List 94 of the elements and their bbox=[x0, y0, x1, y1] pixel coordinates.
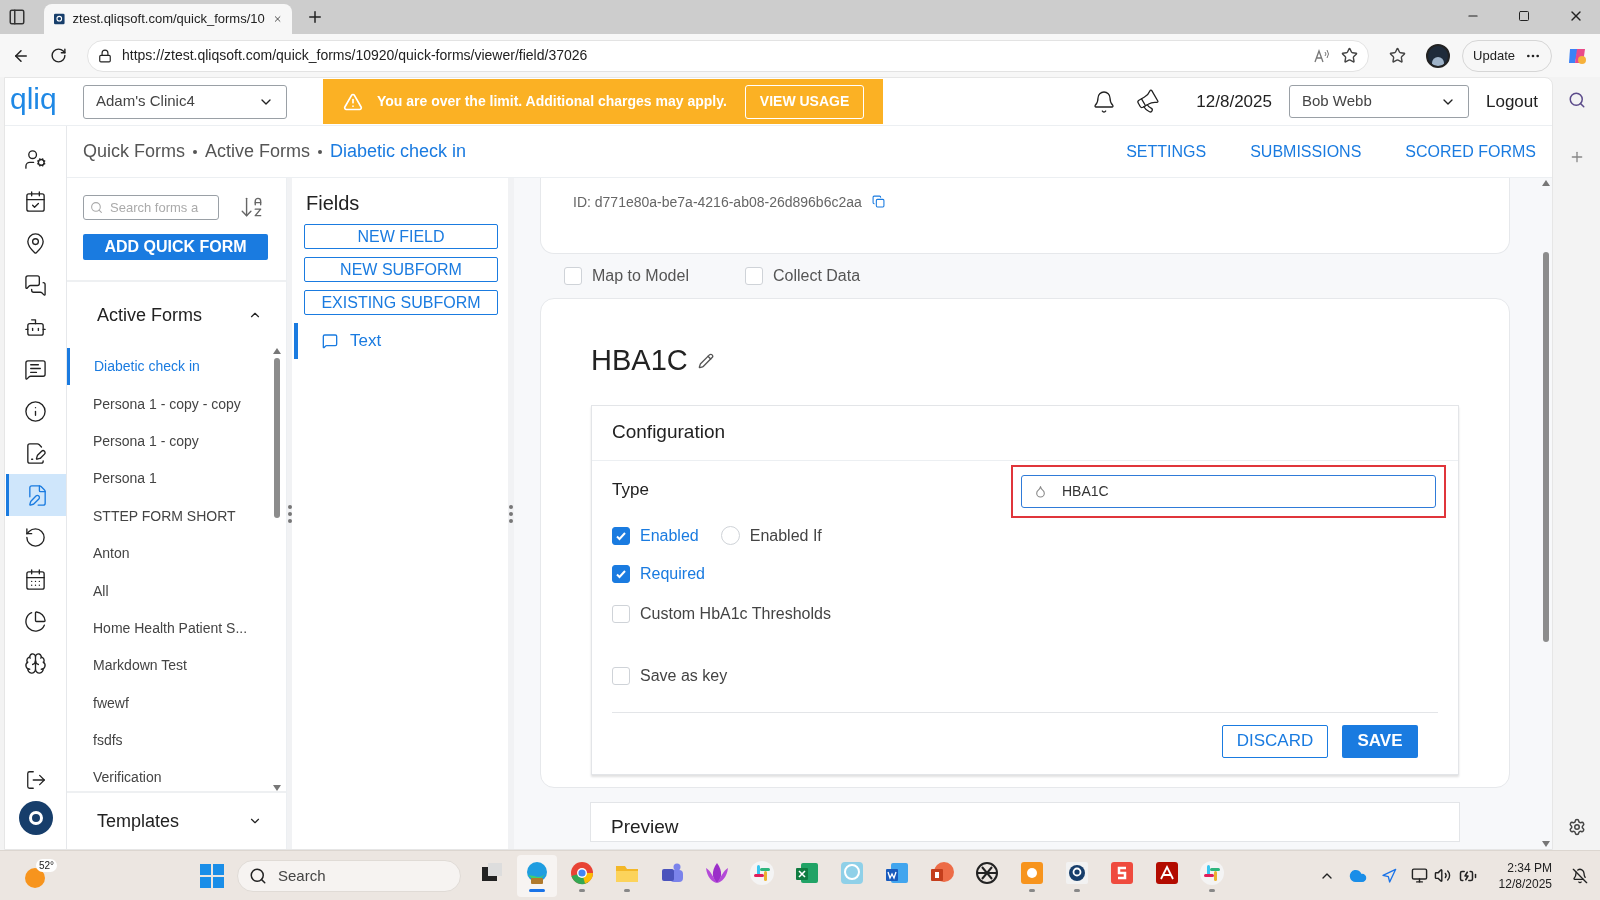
form-list-item[interactable]: Verification bbox=[67, 759, 272, 791]
header-date: 12/8/2025 bbox=[1196, 90, 1272, 113]
option-label: Enabled If bbox=[749, 525, 822, 546]
scroll-down-icon[interactable] bbox=[1542, 841, 1550, 847]
windows-start-icon[interactable] bbox=[200, 863, 224, 888]
form-list-item[interactable]: Markdown Test bbox=[67, 647, 272, 685]
profile-avatar[interactable] bbox=[1426, 43, 1451, 68]
resize-handle[interactable] bbox=[287, 504, 292, 523]
text-field-icon bbox=[322, 333, 338, 349]
section-title: Active Forms bbox=[97, 303, 202, 327]
browser-icon[interactable] bbox=[516, 854, 557, 897]
discard-button[interactable]: DISCARD bbox=[1222, 724, 1328, 758]
form-list-item[interactable]: fwewf bbox=[67, 684, 272, 722]
tab-title: ztest.qliqsoft.com/quick_forms/10 bbox=[72, 10, 265, 29]
option-label: Save as key bbox=[640, 665, 728, 686]
scroll-up-icon[interactable] bbox=[1542, 180, 1550, 186]
search-field[interactable]: Search forms a bbox=[83, 194, 219, 220]
form-list-item[interactable]: Persona 1 bbox=[67, 460, 272, 498]
temperature-text[interactable]: 52° bbox=[36, 858, 58, 872]
checkbox[interactable] bbox=[612, 564, 630, 583]
favorites-icon[interactable] bbox=[1389, 47, 1407, 64]
resize-handle[interactable] bbox=[509, 504, 513, 523]
search-icon[interactable] bbox=[1567, 91, 1586, 109]
droplet-icon bbox=[1034, 484, 1047, 498]
taskbar-search-field[interactable]: Search bbox=[237, 859, 461, 892]
checkbox[interactable] bbox=[612, 526, 630, 545]
form-edit-icon[interactable] bbox=[5, 474, 66, 516]
settings-icon[interactable] bbox=[1567, 818, 1586, 836]
scrollbar[interactable] bbox=[1540, 178, 1552, 849]
search-icon bbox=[90, 200, 103, 214]
user-dropdown[interactable]: Bob Webb bbox=[1289, 85, 1469, 118]
outline-button[interactable]: NEW FIELD bbox=[304, 224, 498, 249]
nav-link[interactable]: SETTINGS bbox=[1126, 139, 1207, 164]
checkbox-label: Collect Data bbox=[772, 266, 861, 286]
form-list-item[interactable]: All bbox=[67, 572, 272, 610]
location-icon[interactable] bbox=[1380, 867, 1397, 884]
save-button[interactable]: SAVE bbox=[1342, 724, 1418, 758]
network-icon[interactable] bbox=[1410, 867, 1428, 884]
lock-icon bbox=[98, 48, 112, 63]
add-quick-form-button[interactable]: ADD QUICK FORM bbox=[83, 234, 268, 260]
panel-title: Preview bbox=[611, 816, 679, 837]
qliq-logo[interactable]: qliq bbox=[5, 83, 71, 114]
volume-icon[interactable] bbox=[1433, 867, 1451, 884]
form-list-item[interactable]: fsdfs bbox=[67, 721, 272, 760]
logout-icon[interactable] bbox=[24, 769, 47, 791]
app-logo-avatar[interactable] bbox=[18, 801, 53, 835]
notifications-icon[interactable] bbox=[1572, 867, 1588, 884]
type-label: Type bbox=[612, 478, 649, 501]
scroll-up-icon[interactable] bbox=[273, 348, 281, 354]
form-list-item[interactable]: Persona 1 - copy - copy bbox=[67, 385, 272, 423]
form-list-item[interactable]: Anton bbox=[67, 534, 272, 573]
clock[interactable]: 2:34 PM 12/8/2025 bbox=[1498, 859, 1552, 892]
scrollbar[interactable] bbox=[272, 348, 282, 791]
warning-icon bbox=[343, 91, 363, 112]
url-text: https://ztest.qliqsoft.com/quick_forms/10920/quick-forms/viewer/field/37026 bbox=[122, 46, 589, 65]
site-favicon-icon bbox=[54, 11, 65, 27]
edit-icon[interactable] bbox=[697, 352, 714, 369]
breadcrumb-link[interactable]: Diabetic check in bbox=[330, 138, 467, 165]
form-list-item[interactable]: Persona 1 - copy bbox=[67, 422, 272, 461]
field-id-text: ID: d771e80a-be7a-4216-ab08-26d896b6c2aa bbox=[573, 193, 862, 212]
scroll-down-icon[interactable] bbox=[273, 785, 281, 791]
nav-link[interactable]: SCORED FORMS bbox=[1405, 139, 1536, 164]
read-aloud-icon[interactable] bbox=[1313, 47, 1332, 64]
search-icon bbox=[249, 866, 267, 885]
type-field[interactable]: HBA1C bbox=[1021, 474, 1436, 508]
checkbox-label: Map to Model bbox=[592, 266, 689, 286]
section-title: Templates bbox=[97, 809, 180, 833]
field-list-item[interactable]: Text bbox=[294, 323, 500, 359]
tab-actions-icon[interactable] bbox=[8, 8, 26, 26]
field-title: HBA1C bbox=[591, 343, 688, 378]
favorite-icon[interactable] bbox=[1341, 47, 1359, 64]
outline-button[interactable]: EXISTING SUBFORM bbox=[304, 290, 498, 315]
option-label: Enabled bbox=[640, 525, 699, 546]
logout-link[interactable]: Logout bbox=[1486, 88, 1538, 115]
breadcrumb-link[interactable]: Quick Forms bbox=[83, 138, 185, 165]
clinic-dropdown[interactable]: Adam's Clinic4 bbox=[83, 84, 287, 119]
reload-icon[interactable] bbox=[50, 47, 67, 64]
warning-text: You are over the limit. Additional charges may apply. bbox=[377, 92, 727, 111]
radio-button[interactable] bbox=[720, 526, 740, 545]
copy-icon[interactable] bbox=[871, 195, 885, 208]
outline-button[interactable]: NEW SUBFORM bbox=[304, 257, 498, 282]
notification-bell-icon[interactable] bbox=[1092, 89, 1117, 114]
option-label: Custom HbA1c Thresholds bbox=[640, 603, 831, 624]
panel-title: Fields bbox=[305, 191, 361, 216]
restore-icon[interactable] bbox=[1518, 10, 1530, 22]
nav-link[interactable]: SUBMISSIONS bbox=[1250, 139, 1362, 164]
address-bar[interactable]: https://ztest.qliqsoft.com/quick_forms/10920/quick-forms/viewer/field/37026 bbox=[87, 39, 1370, 72]
option-label: Required bbox=[640, 563, 705, 584]
panel-title: Configuration bbox=[612, 420, 726, 445]
breadcrumb-link[interactable]: Active Forms bbox=[205, 138, 311, 165]
new-tab-icon[interactable] bbox=[306, 8, 324, 26]
form-list-item[interactable]: STTEP FORM SHORT bbox=[67, 497, 272, 535]
browser-tab[interactable]: ztest.qliqsoft.com/quick_forms/10 bbox=[44, 4, 292, 34]
form-list-item[interactable]: Home Health Patient S... bbox=[67, 609, 272, 648]
